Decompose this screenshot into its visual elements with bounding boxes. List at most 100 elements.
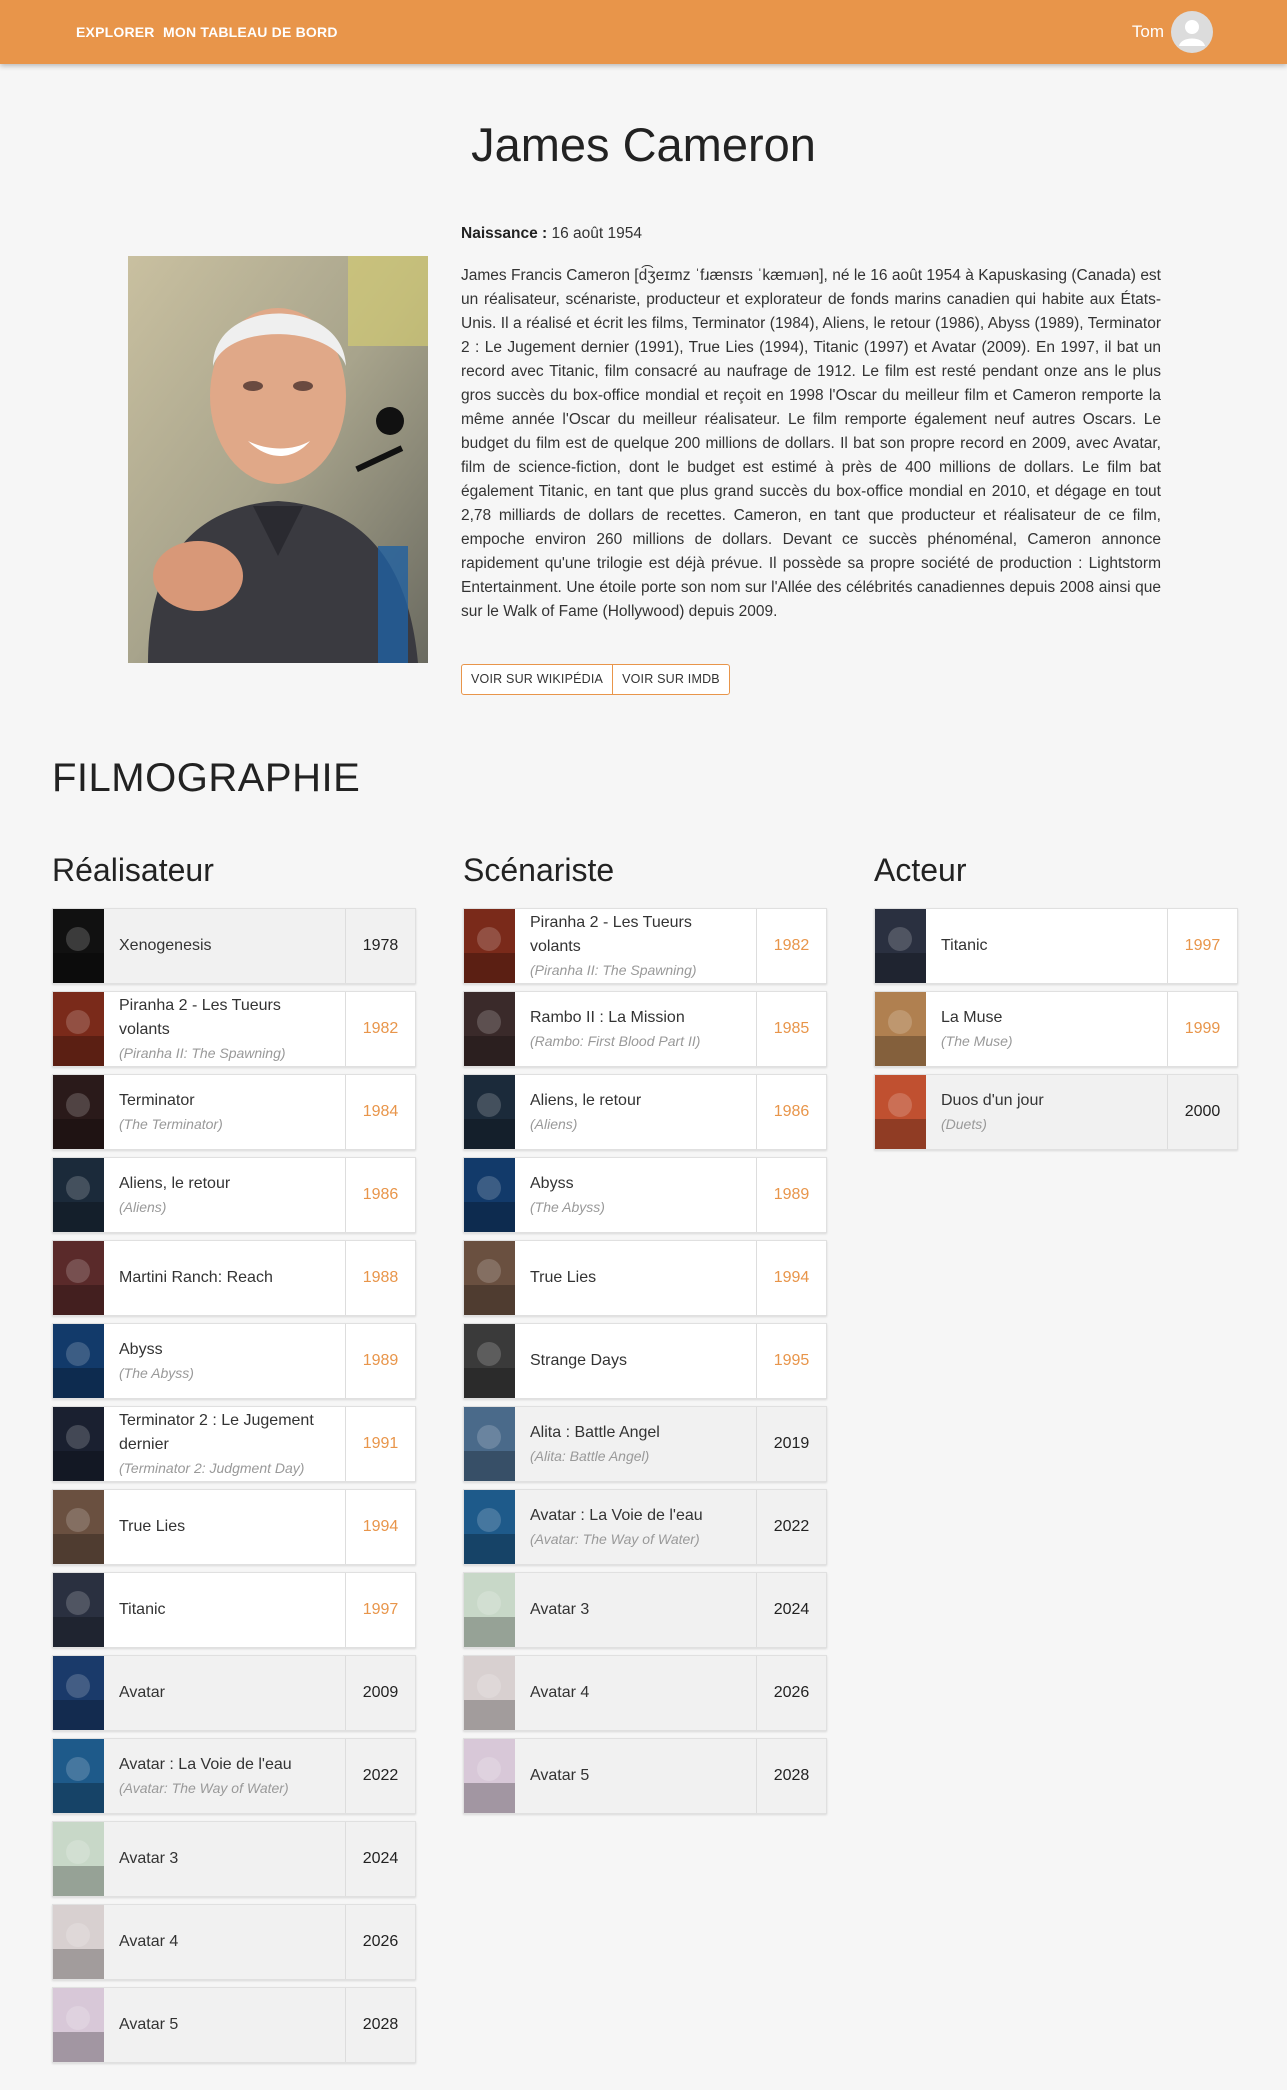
film-info: Piranha 2 - Les Tueurs volants (Piranha I… <box>104 992 345 1066</box>
film-row[interactable]: Terminator (The Terminator) 1984 <box>52 1074 416 1150</box>
film-row[interactable]: Strange Days 1995 <box>463 1323 827 1399</box>
film-info: Avatar 5 <box>104 1988 345 2062</box>
film-row[interactable]: Titanic 1997 <box>874 908 1238 984</box>
film-row[interactable]: Abyss (The Abyss) 1989 <box>52 1323 416 1399</box>
film-year: 1999 <box>1167 992 1237 1066</box>
nav-dashboard-link[interactable]: MON TABLEAU DE BORD <box>163 24 338 40</box>
wikipedia-button[interactable]: VOIR SUR WIKIPÉDIA <box>462 665 612 694</box>
film-title: Alita : Battle Angel <box>530 1424 660 1441</box>
film-title: Avatar 4 <box>119 1933 179 1950</box>
nav-explore-link[interactable]: EXPLORER <box>76 24 155 40</box>
film-title: True Lies <box>119 1518 186 1535</box>
film-poster <box>53 1407 104 1481</box>
film-poster <box>464 1324 515 1398</box>
film-title: Xenogenesis <box>119 937 212 954</box>
film-poster <box>53 1324 104 1398</box>
film-row[interactable]: Titanic 1997 <box>52 1572 416 1648</box>
film-row[interactable]: Avatar 3 2024 <box>52 1821 416 1897</box>
film-poster <box>875 1075 926 1149</box>
film-poster <box>53 1158 104 1232</box>
film-info: Martini Ranch: Reach <box>104 1241 345 1315</box>
film-year: 1994 <box>345 1490 415 1564</box>
film-row[interactable]: Piranha 2 - Les Tueurs volants (Piranha I… <box>463 908 827 984</box>
person-photo <box>128 256 428 663</box>
film-poster <box>464 1490 515 1564</box>
imdb-button[interactable]: VOIR SUR IMDB <box>612 665 729 694</box>
film-title: True Lies <box>530 1269 597 1286</box>
film-row[interactable]: Avatar 4 2026 <box>52 1904 416 1980</box>
film-poster <box>464 1407 515 1481</box>
film-row[interactable]: Martini Ranch: Reach 1988 <box>52 1240 416 1316</box>
film-year: 1997 <box>1167 909 1237 983</box>
film-info: Avatar 3 <box>104 1822 345 1896</box>
film-year: 1989 <box>756 1158 826 1232</box>
film-year: 1988 <box>345 1241 415 1315</box>
film-title: Piranha 2 - Les Tueurs volants <box>119 997 281 1038</box>
film-row[interactable]: Alita : Battle Angel (Alita: Battle Angel… <box>463 1406 827 1482</box>
film-row[interactable]: Piranha 2 - Les Tueurs volants (Piranha I… <box>52 991 416 1067</box>
film-row[interactable]: Avatar 5 2028 <box>52 1987 416 2063</box>
film-year: 2026 <box>345 1905 415 1979</box>
film-row[interactable]: Rambo II : La Mission (Rambo: First Blood… <box>463 991 827 1067</box>
film-info: True Lies <box>515 1241 756 1315</box>
film-row[interactable]: Xenogenesis 1978 <box>52 908 416 984</box>
film-poster <box>53 1988 104 2062</box>
film-info: Aliens, le retour (Aliens) <box>104 1158 345 1232</box>
film-title: Avatar : La Voie de l'eau <box>119 1756 292 1773</box>
film-row[interactable]: True Lies 1994 <box>52 1489 416 1565</box>
film-row[interactable]: Aliens, le retour (Aliens) 1986 <box>52 1157 416 1233</box>
film-info: Alita : Battle Angel (Alita: Battle Angel… <box>515 1407 756 1481</box>
film-title: Avatar 5 <box>119 2016 179 2033</box>
film-row[interactable]: Avatar 2009 <box>52 1655 416 1731</box>
film-original-title: (Avatar: The Way of Water) <box>119 1780 289 1796</box>
filmography-title: FILMOGRAPHIE <box>52 756 361 800</box>
film-year: 1978 <box>345 909 415 983</box>
person-name: James Cameron <box>471 118 816 171</box>
film-poster <box>53 1905 104 1979</box>
user-avatar-icon[interactable] <box>1171 11 1213 53</box>
film-row[interactable]: Aliens, le retour (Aliens) 1986 <box>463 1074 827 1150</box>
writer-film-list: Piranha 2 - Les Tueurs volants (Piranha I… <box>463 908 827 1821</box>
film-title: Martini Ranch: Reach <box>119 1269 273 1286</box>
film-row[interactable]: Avatar 3 2024 <box>463 1572 827 1648</box>
film-info: Abyss (The Abyss) <box>515 1158 756 1232</box>
film-original-title: (Piranha II: The Spawning) <box>530 962 697 978</box>
film-title: Terminator 2 : Le Jugement dernier <box>119 1412 314 1453</box>
film-info: Strange Days <box>515 1324 756 1398</box>
film-year: 1997 <box>345 1573 415 1647</box>
film-original-title: (The Terminator) <box>119 1116 223 1132</box>
biography-text: James Francis Cameron [d͡ʒeɪmz ˈfɹænsɪs … <box>461 267 1161 620</box>
film-row[interactable]: Duos d'un jour (Duets) 2000 <box>874 1074 1238 1150</box>
film-year: 1986 <box>345 1158 415 1232</box>
film-year: 1995 <box>756 1324 826 1398</box>
film-info: Terminator 2 : Le Jugement dernier (Termi… <box>104 1407 345 1481</box>
film-row[interactable]: Avatar 5 2028 <box>463 1738 827 1814</box>
film-info: Avatar 4 <box>515 1656 756 1730</box>
film-info: Avatar 5 <box>515 1739 756 1813</box>
film-title: Rambo II : La Mission <box>530 1009 685 1026</box>
film-year: 1989 <box>345 1324 415 1398</box>
user-name[interactable]: Tom <box>1132 22 1164 42</box>
film-original-title: (The Abyss) <box>119 1365 194 1381</box>
film-year: 1985 <box>756 992 826 1066</box>
film-original-title: (The Muse) <box>941 1033 1013 1049</box>
film-poster <box>464 1075 515 1149</box>
film-year: 2024 <box>345 1822 415 1896</box>
film-info: Aliens, le retour (Aliens) <box>515 1075 756 1149</box>
film-year: 1982 <box>345 992 415 1066</box>
film-row[interactable]: Avatar : La Voie de l'eau (Avatar: The Wa… <box>52 1738 416 1814</box>
film-row[interactable]: Abyss (The Abyss) 1989 <box>463 1157 827 1233</box>
film-row[interactable]: La Muse (The Muse) 1999 <box>874 991 1238 1067</box>
film-row[interactable]: Terminator 2 : Le Jugement dernier (Termi… <box>52 1406 416 1482</box>
birth-value: 16 août 1954 <box>551 225 642 242</box>
film-title: Piranha 2 - Les Tueurs volants <box>530 914 692 955</box>
film-original-title: (Rambo: First Blood Part II) <box>530 1033 701 1049</box>
film-info: Avatar : La Voie de l'eau (Avatar: The Wa… <box>104 1739 345 1813</box>
film-info: Avatar : La Voie de l'eau (Avatar: The Wa… <box>515 1490 756 1564</box>
film-row[interactable]: True Lies 1994 <box>463 1240 827 1316</box>
birth-info: Naissance : 16 août 1954 <box>461 225 642 243</box>
film-poster <box>464 909 515 983</box>
film-row[interactable]: Avatar 4 2026 <box>463 1655 827 1731</box>
film-poster <box>53 992 104 1066</box>
film-row[interactable]: Avatar : La Voie de l'eau (Avatar: The Wa… <box>463 1489 827 1565</box>
